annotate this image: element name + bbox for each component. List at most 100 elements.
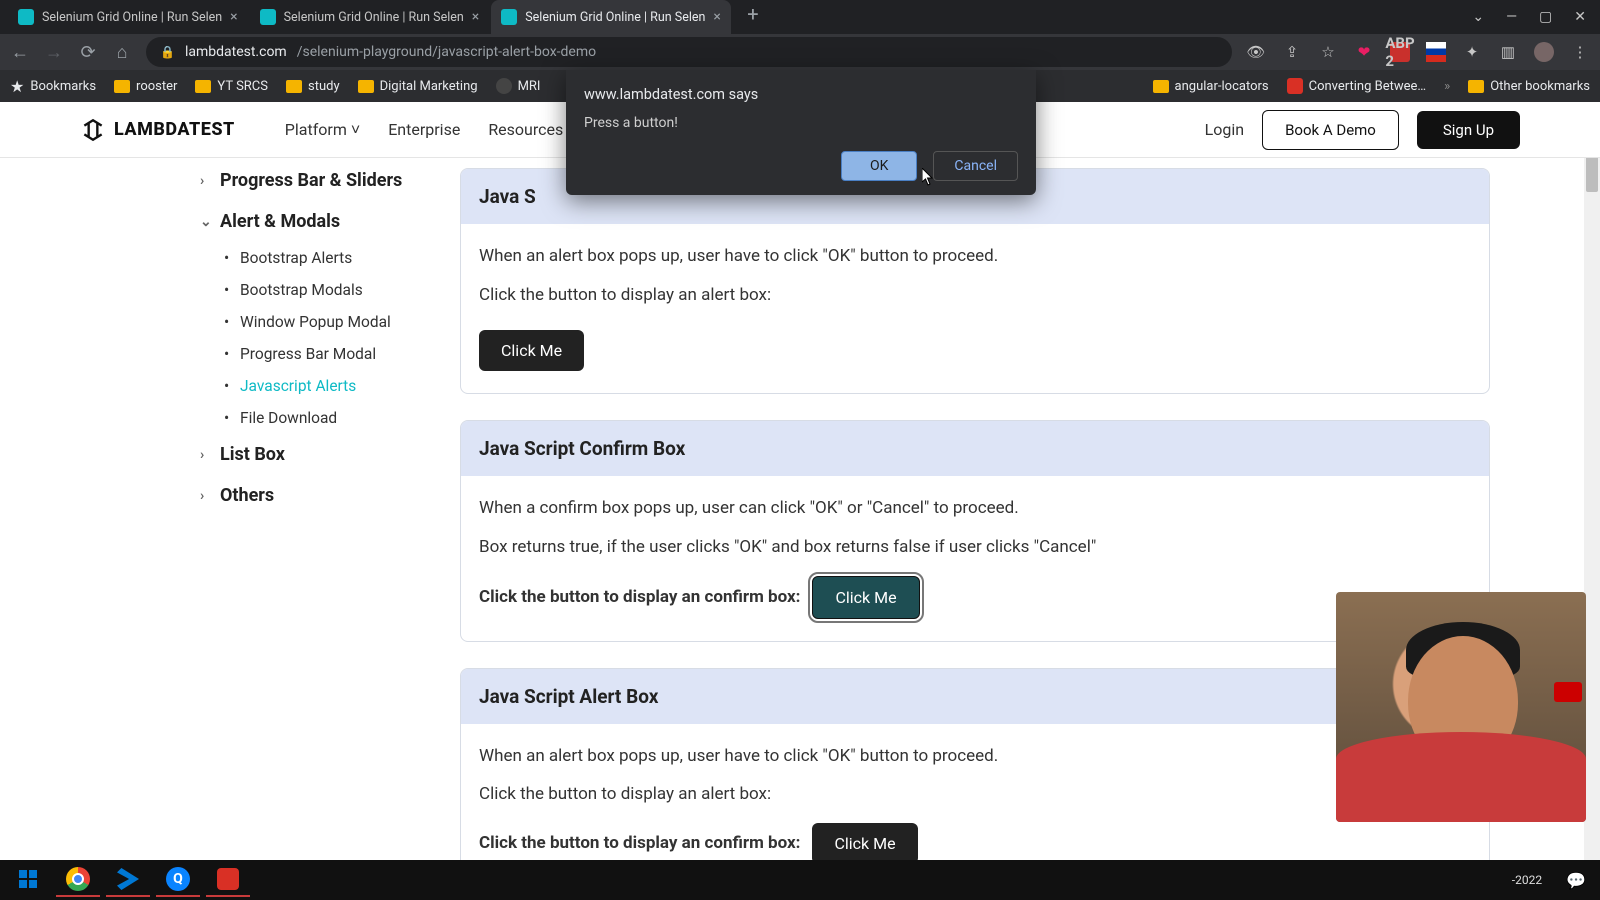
- card-text: Click the button to display an alert box…: [479, 281, 1471, 310]
- favicon-icon: [501, 9, 517, 25]
- card-body: When a confirm box pops up, user can cli…: [461, 476, 1489, 641]
- chrome-icon: [66, 867, 90, 891]
- bookmark-link[interactable]: Converting Betwee…: [1287, 78, 1427, 94]
- dialog-ok-button[interactable]: OK: [841, 151, 917, 181]
- notification-icon[interactable]: 💬: [1558, 871, 1594, 890]
- close-icon[interactable]: ×: [472, 9, 479, 25]
- favicon-icon: [260, 9, 276, 25]
- incognito-eye-icon[interactable]: 👁: [1246, 42, 1266, 62]
- sidebar-group-listbox[interactable]: ›List Box: [200, 434, 430, 475]
- browser-tab-active[interactable]: Selenium Grid Online | Run Selen ×: [491, 0, 731, 34]
- card-header: Java Script Alert Box: [461, 669, 1489, 724]
- card-text: When an alert box pops up, user have to …: [479, 742, 1471, 771]
- extensions-puzzle-icon[interactable]: ✦: [1462, 42, 1482, 62]
- other-bookmarks[interactable]: Other bookmarks: [1468, 79, 1590, 94]
- close-icon[interactable]: ×: [713, 9, 720, 25]
- js-confirm-dialog: www.lambdatest.com says Press a button! …: [566, 70, 1036, 195]
- avatar-icon[interactable]: [1534, 42, 1554, 62]
- page-viewport: LAMBDATEST Platform ˅ Enterprise Resourc…: [0, 102, 1600, 860]
- share-icon[interactable]: ⇪: [1282, 42, 1302, 62]
- browser-tab[interactable]: Selenium Grid Online | Run Selen ×: [8, 0, 248, 34]
- sidebar-item[interactable]: File Download: [224, 402, 430, 434]
- new-tab-button[interactable]: +: [739, 0, 767, 28]
- star-icon[interactable]: ☆: [1318, 42, 1338, 62]
- home-icon[interactable]: ⌂: [112, 42, 132, 63]
- sidebar-group-alert[interactable]: ⌄Alert & Modals: [200, 201, 430, 242]
- back-icon[interactable]: ←: [10, 42, 30, 63]
- tab-title: Selenium Grid Online | Run Selen: [42, 10, 222, 25]
- bookmarks-button[interactable]: ★Bookmarks: [10, 77, 96, 96]
- window-list-icon[interactable]: ⌄: [1472, 9, 1484, 25]
- chevron-right-icon: ›: [200, 488, 214, 504]
- maximize-icon[interactable]: ▢: [1539, 9, 1552, 25]
- bookmark-link[interactable]: MRI: [496, 78, 541, 94]
- camtasia-icon: [217, 868, 239, 890]
- main-nav: Platform ˅ Enterprise Resources: [285, 120, 563, 140]
- card-header: Java Script Confirm Box: [461, 421, 1489, 476]
- close-window-icon[interactable]: ✕: [1574, 9, 1586, 25]
- book-demo-button[interactable]: Book A Demo: [1262, 110, 1399, 150]
- bookmark-folder[interactable]: angular-locators: [1153, 79, 1269, 94]
- bookmark-folder[interactable]: study: [286, 79, 340, 94]
- minimize-icon[interactable]: —: [1506, 9, 1517, 25]
- close-icon[interactable]: ×: [230, 9, 237, 25]
- card-text: Box returns true, if the user clicks "OK…: [479, 533, 1471, 562]
- nav-platform[interactable]: Platform ˅: [285, 120, 360, 140]
- taskbar-app-camtasia[interactable]: [206, 863, 250, 897]
- logo[interactable]: LAMBDATEST: [80, 117, 235, 143]
- tab-title: Selenium Grid Online | Run Selen: [284, 10, 464, 25]
- click-me-button[interactable]: Click Me: [479, 330, 584, 371]
- vertical-scrollbar[interactable]: [1584, 102, 1600, 860]
- click-me-button[interactable]: Click Me: [812, 576, 919, 619]
- sidebar-item-active[interactable]: Javascript Alerts: [224, 370, 430, 402]
- nav-resources[interactable]: Resources: [488, 120, 563, 140]
- browser-titlebar: Selenium Grid Online | Run Selen × Selen…: [0, 0, 1600, 34]
- extension-icon[interactable]: ❤: [1354, 42, 1374, 62]
- sidebar-group-others[interactable]: ›Others: [200, 475, 430, 516]
- signup-button[interactable]: Sign Up: [1417, 111, 1520, 149]
- sidebar-item[interactable]: Window Popup Modal: [224, 306, 430, 338]
- card-body: When an alert box pops up, user have to …: [461, 724, 1489, 860]
- bookmark-folder[interactable]: YT SRCS: [195, 79, 268, 94]
- dialog-cancel-button[interactable]: Cancel: [933, 151, 1018, 181]
- abp-extension-icon[interactable]: ABP2: [1390, 42, 1410, 62]
- click-me-button[interactable]: Click Me: [812, 823, 917, 860]
- card-text: When an alert box pops up, user have to …: [479, 242, 1471, 271]
- taskbar-app-q[interactable]: Q: [156, 863, 200, 897]
- url-host: lambdatest.com: [185, 44, 287, 60]
- reload-icon[interactable]: ⟳: [78, 42, 98, 63]
- favicon-icon: [18, 9, 34, 25]
- taskbar-app-chrome[interactable]: [56, 863, 100, 897]
- sidebar-item[interactable]: Bootstrap Modals: [224, 274, 430, 306]
- sidebar-item[interactable]: Progress Bar Modal: [224, 338, 430, 370]
- sidebar: ›Progress Bar & Sliders ⌄Alert & Modals …: [0, 158, 460, 860]
- folder-icon: [1153, 80, 1169, 93]
- sidepanel-icon[interactable]: ▥: [1498, 42, 1518, 62]
- sidebar-group-progress[interactable]: ›Progress Bar & Sliders: [200, 160, 430, 201]
- bookmark-folder[interactable]: rooster: [114, 79, 177, 94]
- forward-icon[interactable]: →: [44, 42, 64, 63]
- dialog-origin: www.lambdatest.com says: [584, 86, 1018, 103]
- taskbar-datetime[interactable]: -2022: [1512, 873, 1552, 887]
- card-text: When a confirm box pops up, user can cli…: [479, 494, 1471, 523]
- browser-tab[interactable]: Selenium Grid Online | Run Selen ×: [250, 0, 490, 34]
- logo-icon: [80, 117, 106, 143]
- url-field[interactable]: 🔒 lambdatest.com/selenium-playground/jav…: [146, 37, 1232, 67]
- nav-enterprise[interactable]: Enterprise: [388, 120, 460, 140]
- windows-logo-icon: [19, 870, 37, 888]
- chrome-menu-icon[interactable]: ⋮: [1570, 42, 1590, 62]
- vscode-icon: [117, 868, 139, 890]
- folder-icon: [358, 80, 374, 93]
- card-prompt: Click the button to display an confirm b…: [479, 583, 800, 612]
- sidebar-item[interactable]: Bootstrap Alerts: [224, 242, 430, 274]
- bookmarks-overflow-icon[interactable]: »: [1444, 79, 1450, 94]
- login-link[interactable]: Login: [1205, 120, 1244, 139]
- bookmark-folder[interactable]: Digital Marketing: [358, 79, 478, 94]
- lock-icon: 🔒: [160, 45, 175, 59]
- folder-icon: [286, 80, 302, 93]
- flag-extension-icon[interactable]: [1426, 42, 1446, 62]
- window-controls: ⌄ — ▢ ✕: [1472, 9, 1600, 25]
- windows-taskbar: Q -2022 💬: [0, 860, 1600, 900]
- start-button[interactable]: [6, 863, 50, 897]
- taskbar-app-vscode[interactable]: [106, 863, 150, 897]
